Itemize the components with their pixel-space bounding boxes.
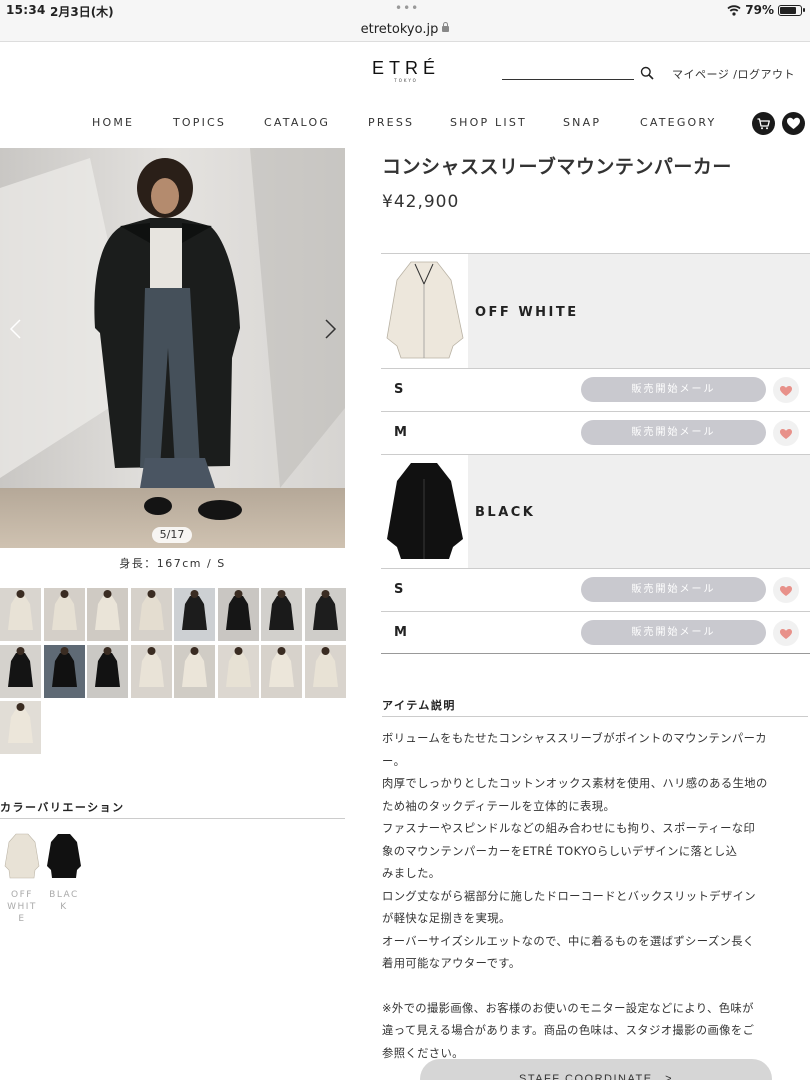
staff-coordinate-button[interactable]: STAFF COORDINATE > [420,1059,772,1080]
divider [381,653,810,654]
restock-mail-button[interactable]: 販売開始メール [581,577,766,602]
model-info: 身長：167cm / S [119,557,226,570]
variant-color-name: BLACK [475,505,536,520]
coat-offwhite-image [4,833,40,879]
gallery-thumbnail[interactable] [43,644,85,698]
variant-size-row: S 販売開始メール [381,568,810,611]
color-label: BLACK [49,890,79,912]
color-variation-black[interactable]: BLACK [44,830,84,913]
note-line: 違って見える場合があります。商品の色味は、スタジオ撮影の画像をご [382,1024,755,1037]
product-price: ¥42,900 [382,192,460,212]
nav-press[interactable]: PRESS [368,116,414,129]
variant-image [381,254,468,368]
variant-image [381,455,468,569]
favorite-heart-icon[interactable] [773,577,799,603]
variant-color-row: OFF WHITE [381,253,810,368]
divider [0,818,345,819]
size-label: S [394,582,404,597]
gallery-thumbnail[interactable] [217,588,259,641]
image-counter: 5/17 [152,527,192,543]
description-line: 象のマウンテンパーカーをETRÉ TOKYOらしいデザインに落とし込 [382,844,738,858]
description-line: 着用可能なアウターです。 [382,957,521,970]
nav-home[interactable]: HOME [92,116,134,129]
gallery-thumbnail[interactable] [43,588,85,641]
nav-shop-list[interactable]: SHOP LIST [450,116,527,129]
size-label: S [394,382,404,397]
product-main-photo[interactable] [0,148,345,548]
favorite-heart-icon[interactable] [782,112,805,135]
favorite-heart-icon[interactable] [773,377,799,403]
product-title: コンシャススリーブマウンテンパーカー [382,156,732,178]
note-line: ※外での撮影画像、お客様のお使いのモニター設定などにより、色味が [382,1001,754,1015]
description-line: が軽快な足捌きを実現。 [382,912,511,925]
gallery-thumbnail[interactable] [130,644,172,698]
gallery-thumbnail[interactable] [261,588,302,641]
gallery-thumbnail[interactable] [217,644,259,698]
gallery-thumbnail[interactable] [87,644,128,698]
nav-topics[interactable]: TOPICS [173,116,226,129]
wifi-icon [727,5,741,16]
gallery-thumbnail[interactable] [0,701,41,754]
size-label: M [394,425,407,440]
logo-text: ETRÉ [371,58,440,78]
variant-size-row: M 販売開始メール [381,411,810,454]
previous-image-arrow-icon[interactable] [8,318,22,340]
description-line: ボリュームをもたせたコンシャススリーブがポイントのマウンテンパーカ [382,732,767,745]
gallery-thumbnail[interactable] [0,644,41,698]
lock-icon [442,22,450,32]
description-line: 肉厚でしっかりとしたコットンオックス素材を使用、ハリ感のある生地の [382,777,768,790]
gallery-thumbnail[interactable] [261,644,302,698]
search-icon[interactable] [640,66,654,80]
battery-percent: 79% [745,3,774,17]
gallery-thumbnail[interactable] [174,588,215,641]
color-variation-title: カラーバリエーション [0,801,125,814]
model-photo-image [0,148,345,548]
search-input[interactable] [502,79,634,80]
restock-mail-button[interactable]: 販売開始メール [581,420,766,445]
variant-size-row: M 販売開始メール [381,611,810,654]
nav-category[interactable]: CATEGORY [640,116,716,129]
restock-mail-button[interactable]: 販売開始メール [581,377,766,402]
variant-size-row: S 販売開始メール [381,368,810,411]
item-description-title: アイテム説明 [382,699,456,712]
description-line: みました。 [382,867,441,880]
description-line: ー。 [382,754,406,768]
divider [382,716,808,717]
gallery-thumbnail[interactable] [87,588,128,641]
gallery-thumbnail[interactable] [174,644,215,698]
gallery-thumbnail[interactable] [304,588,346,641]
status-date: 2月3日(木) [50,5,114,19]
status-bar: 15:34 2月3日(木) ••• 79% [0,0,810,20]
color-variation-offwhite[interactable]: OFF WHITE [2,830,42,925]
coat-black-image [47,834,81,878]
nav-catalog[interactable]: CATALOG [264,116,330,129]
description-line: オーバーサイズシルエットなので、中に着るものを選ばずシーズン長く [382,934,755,948]
item-description: ボリュームをもたせたコンシャススリーブがポイントのマウンテンパーカ ー。 肉厚で… [382,728,808,1065]
description-line: ロング丈ながら裾部分に施したドローコードとバックスリットデザイン [382,889,756,903]
status-time: 15:34 [6,3,46,17]
url-text[interactable]: etretokyo.jp [361,22,439,37]
gallery-thumbnail[interactable] [130,588,172,641]
battery-icon [778,4,805,16]
favorite-heart-icon[interactable] [773,620,799,646]
variant-color-row: BLACK [381,454,810,569]
main-nav: HOME TOPICS CATALOG PRESS SHOP LIST SNAP… [0,116,810,132]
color-label: OFF WHITE [7,890,37,924]
size-label: M [394,625,407,640]
description-line: ファスナーやスピンドルなどの組み合わせにも拘り、スポーティーな印 [382,822,756,835]
site-logo[interactable]: ETRÉ TOKYO [370,58,442,83]
gallery-thumbnail[interactable] [304,644,346,698]
nav-snap[interactable]: SNAP [563,116,601,129]
favorite-heart-icon[interactable] [773,420,799,446]
next-image-arrow-icon[interactable] [324,318,338,340]
description-line: ため袖のタックディテールを立体的に表現。 [382,799,616,813]
account-link[interactable]: マイページ /ログアウト [672,66,795,82]
address-bar[interactable]: etretokyo.jp [0,20,810,42]
restock-mail-button[interactable]: 販売開始メール [581,620,766,645]
tab-dots[interactable]: ••• [395,1,419,15]
variant-color-name: OFF WHITE [475,305,579,320]
gallery-thumbnail[interactable] [0,588,41,641]
cart-icon[interactable] [752,112,775,135]
